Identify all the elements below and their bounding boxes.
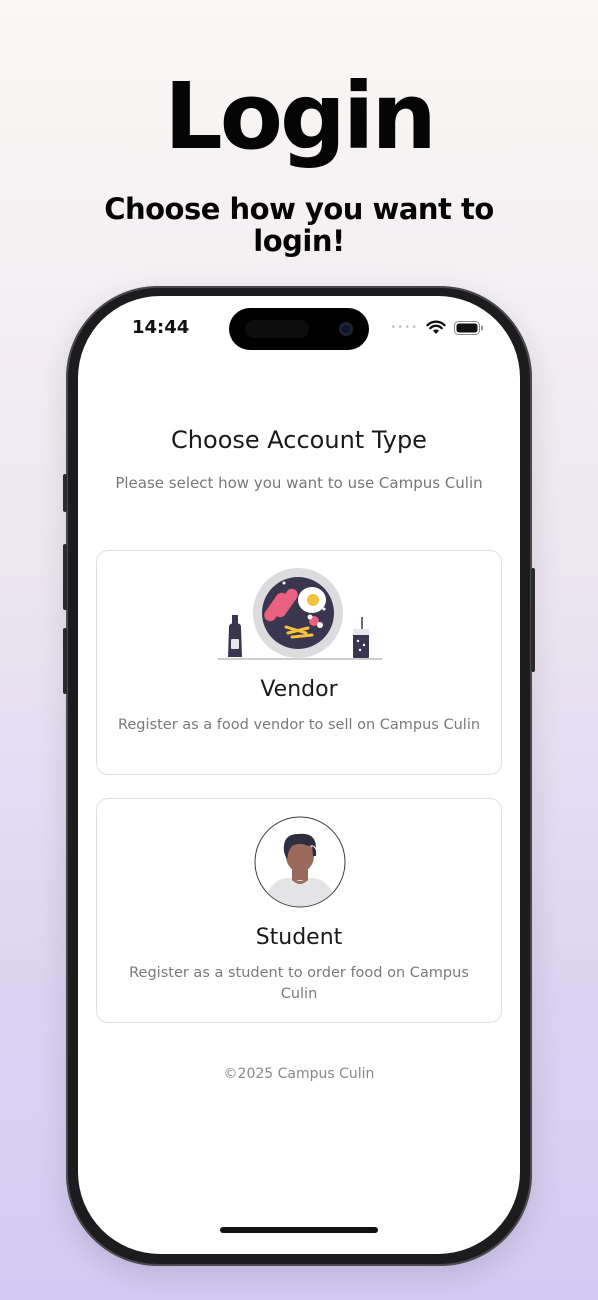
phone-power-button <box>531 568 535 672</box>
phone-volume-up-button <box>63 544 67 610</box>
status-time: 14:44 <box>132 317 190 338</box>
promo-subheadline: Choose how you want to login! <box>104 192 494 258</box>
vendor-option-description: Register as a food vendor to sell on Cam… <box>117 717 481 733</box>
phone-frame: 14:44 •••• Choose Account Type Please se… <box>63 286 535 1266</box>
vendor-option-card[interactable]: Vendor Register as a food vendor to sell… <box>96 550 502 775</box>
wifi-icon <box>426 320 446 334</box>
page-subtitle: Please select how you want to use Campus… <box>115 474 483 492</box>
promo-headline: Login <box>164 63 437 170</box>
camera-lens <box>339 322 353 336</box>
cellular-signal-icon: •••• <box>390 321 418 333</box>
phone-side-button <box>63 474 67 512</box>
vendor-option-title: Vendor <box>260 677 338 702</box>
island-sensor <box>245 320 309 338</box>
page-title: Choose Account Type <box>171 426 427 454</box>
footer-copyright: ©2025 Campus Culin <box>223 1066 375 1082</box>
home-indicator[interactable] <box>220 1227 378 1233</box>
phone-volume-down-button <box>63 628 67 694</box>
student-option-card[interactable]: Student Register as a student to order f… <box>96 798 502 1023</box>
student-avatar-illustration <box>254 816 346 908</box>
status-icons: •••• <box>390 320 484 335</box>
student-option-description: Register as a student to order food on C… <box>129 965 469 1002</box>
dynamic-island <box>229 308 369 350</box>
student-option-title: Student <box>255 925 343 950</box>
phone-screen: 14:44 •••• Choose Account Type Please se… <box>78 296 520 1254</box>
battery-icon <box>454 320 483 335</box>
food-plate-illustration <box>218 568 382 660</box>
